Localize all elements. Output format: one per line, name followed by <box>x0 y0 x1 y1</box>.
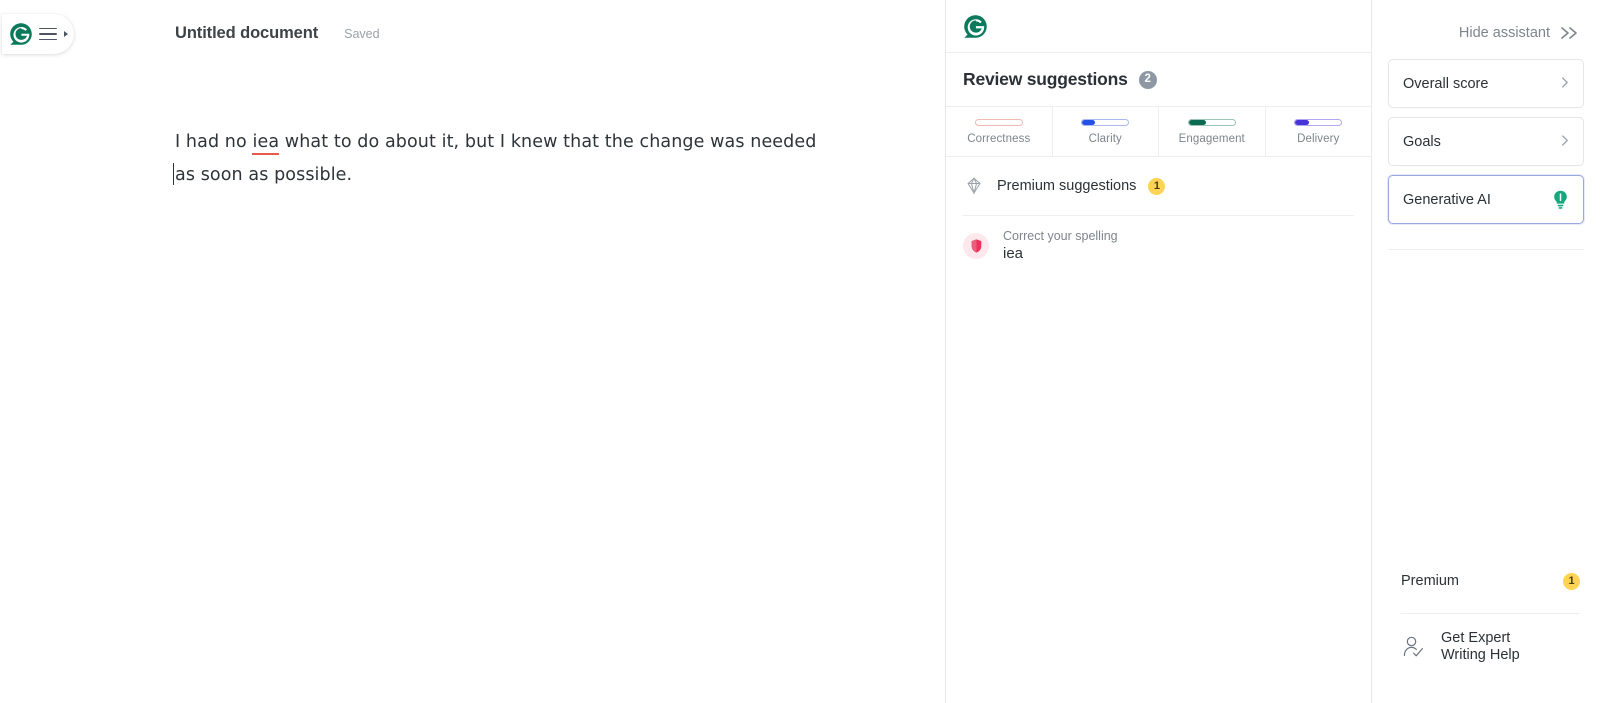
assistant-card-list: Overall score Goals Generative AI <box>1372 59 1600 224</box>
document-title[interactable]: Untitled document <box>175 24 318 43</box>
premium-footer-row[interactable]: Premium 1 <box>1372 560 1600 602</box>
document-text-before: I had no <box>175 132 253 152</box>
suggestion-card-kicker: Correct your spelling <box>1003 229 1118 243</box>
premium-suggestions-badge: 1 <box>1148 177 1166 195</box>
get-expert-writing-help-label: Get Expert Writing Help <box>1441 630 1520 664</box>
hide-assistant-button[interactable]: Hide assistant <box>1372 0 1600 41</box>
document-text-after: what to do about it, but I knew that the… <box>279 132 817 152</box>
engagement-score-bar <box>1187 118 1236 126</box>
premium-footer-badge: 1 <box>1563 572 1580 590</box>
assistant-bottom-divider <box>1401 613 1580 614</box>
assistant-card-label: Generative AI <box>1403 191 1491 208</box>
suggestions-count-badge: 2 <box>1138 70 1157 89</box>
tab-engagement[interactable]: Engagement <box>1159 107 1266 156</box>
assistant-card-generative-ai[interactable]: Generative AI <box>1388 175 1584 224</box>
gem-icon <box>967 177 981 195</box>
hide-assistant-label: Hide assistant <box>1458 25 1550 41</box>
chevron-right-icon <box>1560 134 1569 150</box>
correctness-score-bar <box>974 118 1023 126</box>
clarity-fill <box>1082 119 1096 125</box>
document-line-2: as soon as possible. <box>173 159 815 192</box>
grammarly-logo-icon <box>10 23 32 45</box>
review-suggestions-title: Review suggestions <box>963 69 1128 89</box>
delivery-score-bar <box>1294 118 1343 126</box>
assistant-card-goals[interactable]: Goals <box>1388 117 1584 166</box>
premium-suggestions-label: Premium suggestions <box>997 178 1137 194</box>
get-expert-writing-help-button[interactable]: Get Expert Writing Help <box>1372 630 1600 664</box>
assistant-card-label: Goals <box>1403 133 1441 150</box>
save-status: Saved <box>344 27 380 41</box>
review-suggestions-header: Review suggestions 2 <box>946 53 1371 106</box>
grammarly-logo-icon[interactable] <box>963 14 988 39</box>
tab-clarity[interactable]: Clarity <box>1053 107 1159 156</box>
clarity-score-bar <box>1081 118 1130 126</box>
engagement-fill <box>1188 119 1207 125</box>
spelling-shield-icon <box>963 232 989 259</box>
suggestion-card-spelling[interactable]: Correct your spelling iea <box>946 216 1371 277</box>
category-tabs: Correctness Clarity Engagement Delivery <box>946 106 1371 157</box>
grammarly-logo-pill[interactable] <box>2 14 74 54</box>
document-header: Untitled document Saved <box>175 24 380 43</box>
chevron-right-icon <box>1560 76 1569 92</box>
tab-delivery[interactable]: Delivery <box>1266 107 1372 156</box>
lightbulb-icon <box>1554 190 1567 209</box>
document-body[interactable]: I had no iea what to do about it, but I … <box>173 126 817 192</box>
tab-delivery-label: Delivery <box>1297 132 1340 145</box>
suggestion-card-word: iea <box>1003 245 1024 262</box>
document-line-1: I had no iea what to do about it, but I … <box>175 126 817 159</box>
tab-engagement-label: Engagement <box>1178 132 1245 145</box>
assistant-card-label: Overall score <box>1403 75 1489 92</box>
shield-glyph-icon <box>971 238 981 253</box>
person-check-icon <box>1403 636 1423 657</box>
assistant-card-overall-score[interactable]: Overall score <box>1388 59 1584 108</box>
delivery-fill <box>1295 119 1310 125</box>
chevron-right-icon <box>64 31 68 37</box>
assistant-divider <box>1388 249 1584 250</box>
assistant-sidebar: Hide assistant Overall score Goals Gener… <box>1372 0 1600 703</box>
tab-correctness[interactable]: Correctness <box>946 107 1053 156</box>
suggestion-card-text: Correct your spelling iea <box>1003 229 1118 262</box>
editor-pane: Untitled document Saved I had no iea wha… <box>0 0 945 703</box>
double-chevron-right-icon <box>1558 25 1580 41</box>
suggestions-brand-row <box>946 0 1371 53</box>
misspelled-word[interactable]: iea <box>252 132 280 155</box>
app-root: Untitled document Saved I had no iea wha… <box>0 0 1600 703</box>
premium-suggestions-row[interactable]: Premium suggestions 1 <box>946 157 1371 215</box>
tab-clarity-label: Clarity <box>1088 132 1122 145</box>
tab-correctness-label: Correctness <box>967 132 1031 145</box>
premium-footer-label: Premium <box>1401 573 1460 589</box>
suggestions-panel: Review suggestions 2 Correctness Clarity… <box>945 0 1372 703</box>
hamburger-menu-icon[interactable] <box>39 27 57 41</box>
